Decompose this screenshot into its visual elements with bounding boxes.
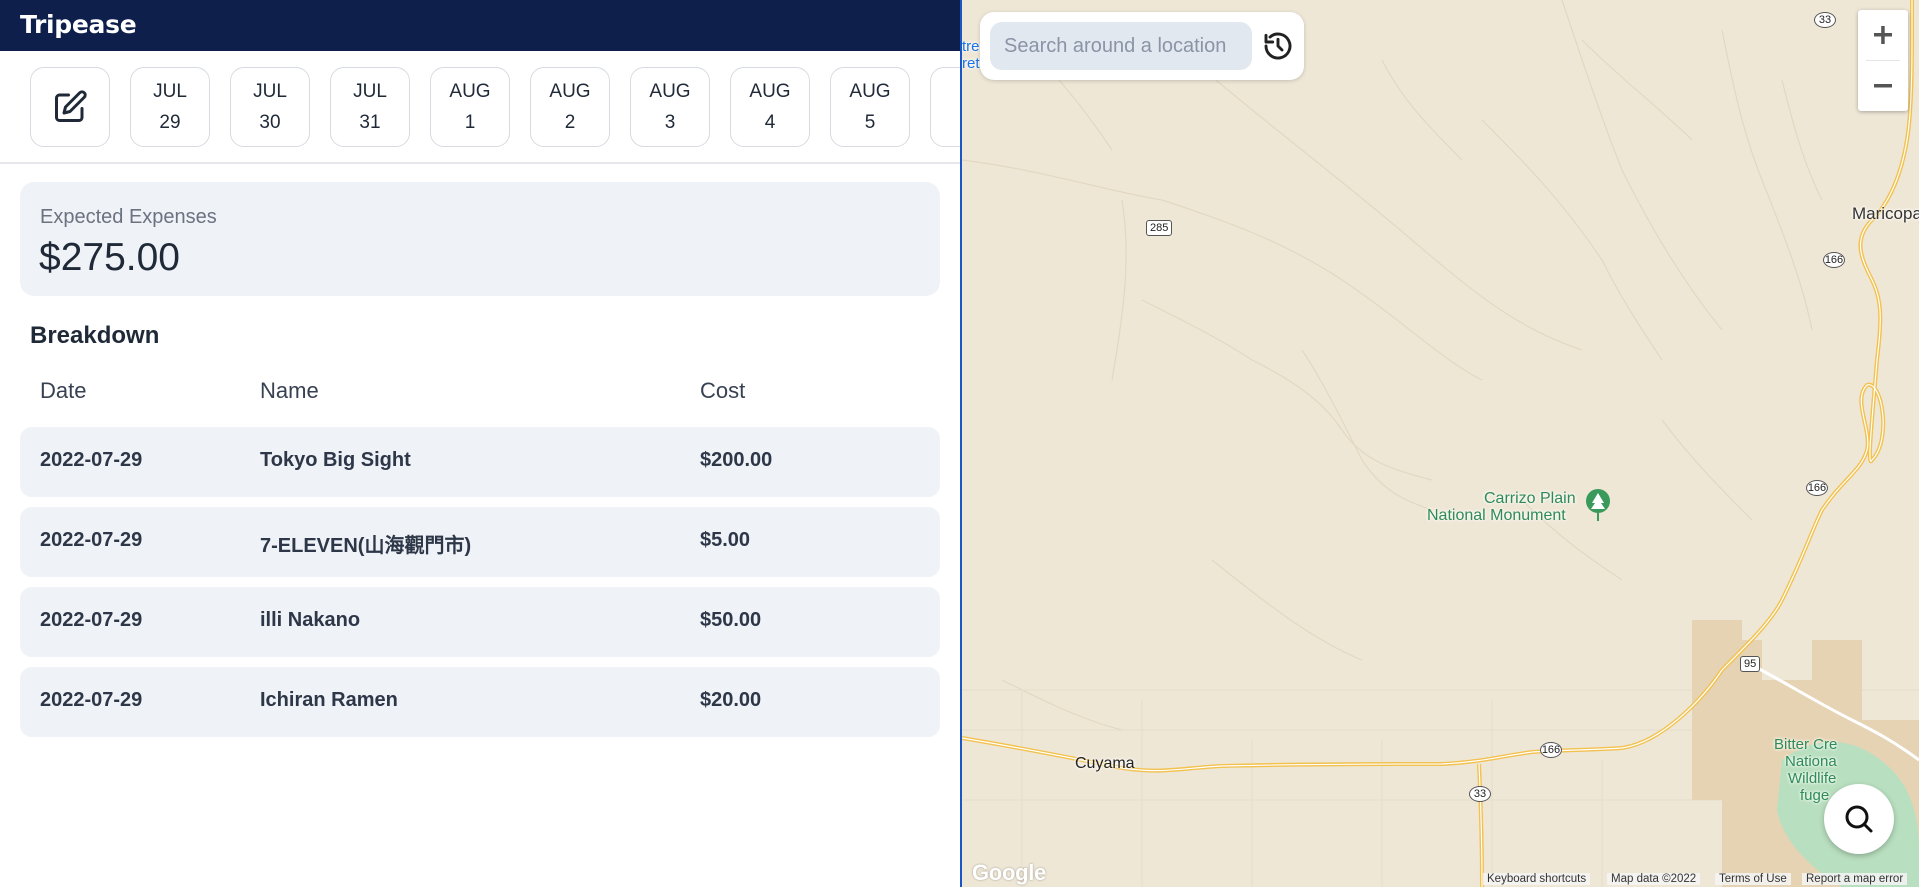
date-day: 30 [259, 112, 281, 133]
column-header-date: Date [40, 378, 87, 403]
map-label-edge-2: ret [962, 55, 980, 72]
date-month: AUG [849, 81, 891, 102]
zoom-controls [1858, 10, 1908, 111]
date-selector: JUL 29 JUL 30 JUL 31 AUG 1 AUG 2 AUG 3 A… [0, 51, 960, 164]
map-label-cuyama: Cuyama [1075, 755, 1135, 772]
row-name: illi Nakano [260, 609, 361, 631]
date-month: AUG [749, 81, 791, 102]
date-month: JUL [153, 81, 187, 102]
date-month: JUL [253, 81, 287, 102]
row-date: 2022-07-29 [40, 449, 143, 471]
row-date: 2022-07-29 [40, 689, 143, 711]
route-shield-33: 33 [1814, 12, 1836, 28]
app-title: Tripease [20, 10, 137, 39]
map-label-bitter-creek-1: Bitter Cre [1774, 736, 1838, 753]
route-shield-166: 166 [1823, 252, 1845, 268]
date-chip-jul-30[interactable]: JUL 30 [230, 67, 310, 147]
date-month: AUG [549, 81, 591, 102]
map-label-national-monument: National Monument [1427, 507, 1566, 524]
route-shield-166: 166 [1540, 742, 1562, 758]
date-day: 1 [464, 112, 476, 133]
date-day: 3 [664, 112, 676, 133]
edit-icon [55, 90, 87, 122]
row-cost: $20.00 [700, 689, 762, 711]
map-search-button[interactable] [1824, 784, 1894, 854]
table-row[interactable]: 2022-07-29 Tokyo Big Sight $200.00 [20, 427, 940, 497]
expenses-label: Expected Expenses [40, 206, 217, 228]
edit-dates-button[interactable] [30, 67, 110, 147]
date-chip-aug-2[interactable]: AUG 2 [530, 67, 610, 147]
map-label-maricopa: Maricopa [1852, 204, 1919, 223]
date-month: AUG [449, 81, 491, 102]
table-row[interactable]: 2022-07-29 7-ELEVEN(山海觀門市) $5.00 [20, 507, 940, 577]
terms-of-use-link[interactable]: Terms of Use [1715, 873, 1791, 885]
plus-icon [1874, 26, 1892, 44]
date-day: 2 [564, 112, 576, 133]
column-header-cost: Cost [700, 378, 746, 403]
date-chip-aug-5[interactable]: AUG 5 [830, 67, 910, 147]
expected-expenses-card: Expected Expenses $275.00 [20, 182, 940, 296]
date-month: AUG [649, 81, 691, 102]
date-day: 4 [764, 112, 776, 133]
zoom-out-button[interactable] [1858, 61, 1908, 111]
history-button[interactable] [1262, 30, 1294, 62]
date-chip-aug-4[interactable]: AUG 4 [730, 67, 810, 147]
location-search-input[interactable] [990, 22, 1252, 70]
expenses-total: $275.00 [39, 236, 180, 279]
row-name: Tokyo Big Sight [260, 449, 411, 471]
search-icon [1845, 805, 1873, 833]
date-chip-jul-29[interactable]: JUL 29 [130, 67, 210, 147]
row-cost: $5.00 [700, 529, 751, 551]
route-shield-33: 33 [1469, 786, 1491, 802]
date-chip-aug-1[interactable]: AUG 1 [430, 67, 510, 147]
map-footer: Keyboard shortcuts Map data ©2022 Terms … [962, 871, 1919, 887]
row-name: Ichiran Ramen [260, 689, 398, 711]
table-row[interactable]: 2022-07-29 Ichiran Ramen $20.00 [20, 667, 940, 737]
date-day: 29 [159, 112, 181, 133]
date-day: 31 [359, 112, 381, 133]
minus-icon [1874, 84, 1892, 88]
report-map-error-link[interactable]: Report a map error [1802, 873, 1908, 885]
row-cost: $50.00 [700, 609, 762, 631]
map-label-bitter-creek-2: Nationa [1785, 753, 1837, 770]
tree-icon [1586, 489, 1610, 521]
route-shield-285: 285 [1146, 220, 1173, 236]
map-terrain [962, 0, 1919, 887]
date-day: 5 [864, 112, 876, 133]
route-shield-95: 95 [1740, 656, 1761, 672]
map-data-label: Map data ©2022 [1607, 873, 1701, 885]
row-date: 2022-07-29 [40, 529, 143, 551]
row-name: 7-ELEVEN(山海觀門市) [260, 535, 472, 557]
date-month: JUL [353, 81, 387, 102]
zoom-in-button[interactable] [1858, 10, 1908, 60]
history-icon [1264, 32, 1292, 60]
map-label-edge-1: tre [962, 38, 980, 55]
app-root: Tripease JUL 29 JUL 30 JUL 31 AUG 1 AUG … [0, 0, 1919, 887]
map-label-carrizo-plain: Carrizo Plain [1484, 490, 1576, 507]
row-date: 2022-07-29 [40, 609, 143, 631]
route-shield-166: 166 [1806, 480, 1828, 496]
date-chip-next[interactable] [930, 67, 960, 147]
column-header-name: Name [260, 378, 319, 403]
trip-panel: Tripease JUL 29 JUL 30 JUL 31 AUG 1 AUG … [0, 0, 960, 887]
date-chip-jul-31[interactable]: JUL 31 [330, 67, 410, 147]
breakdown-heading: Breakdown [30, 322, 160, 349]
row-cost: $200.00 [700, 449, 773, 471]
table-row[interactable]: 2022-07-29 illi Nakano $50.00 [20, 587, 940, 657]
date-chip-aug-3[interactable]: AUG 3 [630, 67, 710, 147]
top-bar: Tripease [0, 0, 960, 51]
map-view[interactable]: Maricopa Carrizo Plain National Monument… [962, 0, 1919, 887]
keyboard-shortcuts-link[interactable]: Keyboard shortcuts [1483, 873, 1591, 885]
map-search-panel [980, 12, 1304, 80]
